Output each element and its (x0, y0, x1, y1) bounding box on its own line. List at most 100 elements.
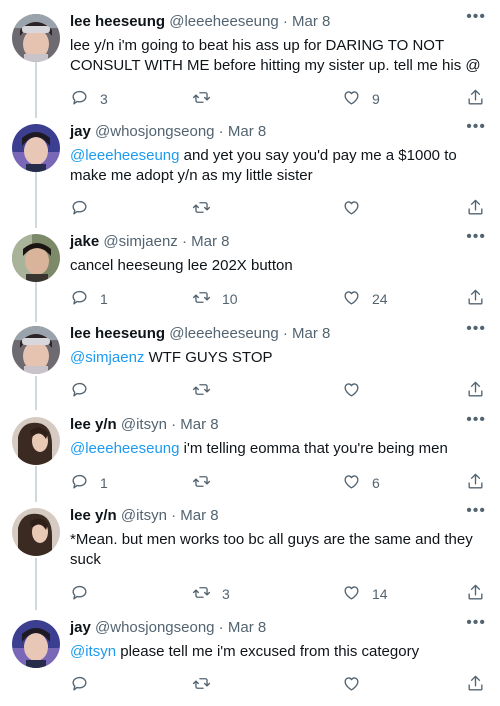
handle[interactable]: @leeeheeseung (169, 13, 278, 30)
avatar[interactable] (12, 326, 60, 374)
like-button[interactable] (342, 380, 372, 402)
tweet-header: jay @whosjongseong · Mar 8 (70, 618, 266, 638)
like-icon (342, 472, 361, 494)
share-icon (466, 198, 485, 220)
like-button[interactable]: 9 (342, 88, 380, 110)
like-button[interactable]: 24 (342, 288, 388, 310)
handle[interactable]: @leeeheeseung (169, 325, 278, 342)
more-icon[interactable]: ••• (466, 320, 486, 338)
share-button[interactable] (466, 198, 485, 220)
share-icon (466, 472, 485, 494)
reply-button[interactable] (70, 198, 100, 220)
tweet-text-body: WTF GUYS STOP (144, 349, 273, 366)
reply-button[interactable] (70, 583, 100, 605)
display-name[interactable]: jake (70, 233, 99, 250)
mention-link[interactable]: @leeeheeseung (70, 440, 179, 457)
display-name[interactable]: jay (70, 123, 91, 140)
avatar[interactable] (12, 124, 60, 172)
thread-line (35, 282, 37, 322)
tweet-text-body: *Mean. but men works too bc all guys are… (70, 531, 473, 568)
like-icon (342, 583, 361, 605)
share-button[interactable] (466, 88, 485, 110)
separator: · (278, 325, 293, 342)
handle[interactable]: @whosjongseong (95, 619, 214, 636)
retweet-button[interactable] (192, 88, 222, 110)
retweet-button[interactable]: 3 (192, 583, 230, 605)
timestamp[interactable]: Mar 8 (180, 507, 218, 524)
share-button[interactable] (466, 583, 485, 605)
share-button[interactable] (466, 674, 485, 696)
share-icon (466, 583, 485, 605)
share-icon (466, 674, 485, 696)
tweet-actions (64, 380, 490, 402)
thread-line (35, 172, 37, 228)
reply-button[interactable]: 1 (70, 472, 108, 494)
avatar[interactable] (12, 417, 60, 465)
retweet-button[interactable] (192, 472, 222, 494)
avatar[interactable] (12, 620, 60, 668)
reply-button[interactable]: 3 (70, 88, 108, 110)
display-name[interactable]: jay (70, 619, 91, 636)
retweet-button[interactable] (192, 380, 222, 402)
tweet-header: lee y/n @itsyn · Mar 8 (70, 506, 219, 526)
tweet-text-body: lee y/n i'm going to beat his ass up for… (70, 37, 481, 74)
thread-line (35, 558, 37, 610)
more-icon[interactable]: ••• (466, 228, 486, 246)
tweet-text-body: cancel heeseung lee 202X button (70, 257, 293, 274)
reply-button[interactable] (70, 674, 100, 696)
display-name[interactable]: lee heeseung (70, 13, 165, 30)
handle[interactable]: @itsyn (121, 507, 167, 524)
reply-button[interactable] (70, 380, 100, 402)
retweet-button[interactable] (192, 198, 222, 220)
timestamp[interactable]: Mar 8 (191, 233, 229, 250)
like-icon (342, 88, 361, 110)
like-button[interactable] (342, 198, 372, 220)
retweet-button[interactable] (192, 674, 222, 696)
mention-link[interactable]: @leeeheeseung (70, 147, 179, 164)
share-button[interactable] (466, 472, 485, 494)
avatar[interactable] (12, 14, 60, 62)
display-name[interactable]: lee heeseung (70, 325, 165, 342)
retweet-icon (192, 198, 211, 220)
thread-line (35, 62, 37, 118)
display-name[interactable]: lee y/n (70, 507, 117, 524)
tweet-header: lee heeseung @leeeheeseung · Mar 8 (70, 12, 330, 32)
like-count: 24 (372, 291, 388, 307)
like-count: 14 (372, 586, 388, 602)
reply-button[interactable]: 1 (70, 288, 108, 310)
mention-link[interactable]: @itsyn (70, 643, 116, 660)
more-icon[interactable]: ••• (466, 8, 486, 26)
timestamp[interactable]: Mar 8 (292, 325, 330, 342)
tweet-text: @leeeheeseung and yet you say you'd pay … (70, 146, 486, 186)
retweet-icon (192, 674, 211, 696)
reply-icon (70, 583, 89, 605)
retweet-icon (192, 583, 211, 605)
more-icon[interactable]: ••• (466, 502, 486, 520)
like-icon (342, 198, 361, 220)
timestamp[interactable]: Mar 8 (228, 123, 266, 140)
tweet-text: *Mean. but men works too bc all guys are… (70, 530, 486, 570)
avatar[interactable] (12, 234, 60, 282)
share-button[interactable] (466, 288, 485, 310)
mention-link[interactable]: @simjaenz (70, 349, 144, 366)
tweet-text: @itsyn please tell me i'm excused from t… (70, 642, 486, 662)
handle[interactable]: @simjaenz (103, 233, 177, 250)
timestamp[interactable]: Mar 8 (292, 13, 330, 30)
handle[interactable]: @whosjongseong (95, 123, 214, 140)
timestamp[interactable]: Mar 8 (228, 619, 266, 636)
share-button[interactable] (466, 380, 485, 402)
more-icon[interactable]: ••• (466, 118, 486, 136)
handle[interactable]: @itsyn (121, 416, 167, 433)
avatar[interactable] (12, 508, 60, 556)
retweet-icon (192, 288, 211, 310)
like-button[interactable] (342, 674, 372, 696)
display-name[interactable]: lee y/n (70, 416, 117, 433)
more-icon[interactable]: ••• (466, 411, 486, 429)
like-count: 9 (372, 91, 380, 107)
retweet-button[interactable]: 10 (192, 288, 238, 310)
more-icon[interactable]: ••• (466, 614, 486, 632)
like-button[interactable]: 14 (342, 583, 388, 605)
share-icon (466, 380, 485, 402)
timestamp[interactable]: Mar 8 (180, 416, 218, 433)
like-button[interactable]: 6 (342, 472, 380, 494)
